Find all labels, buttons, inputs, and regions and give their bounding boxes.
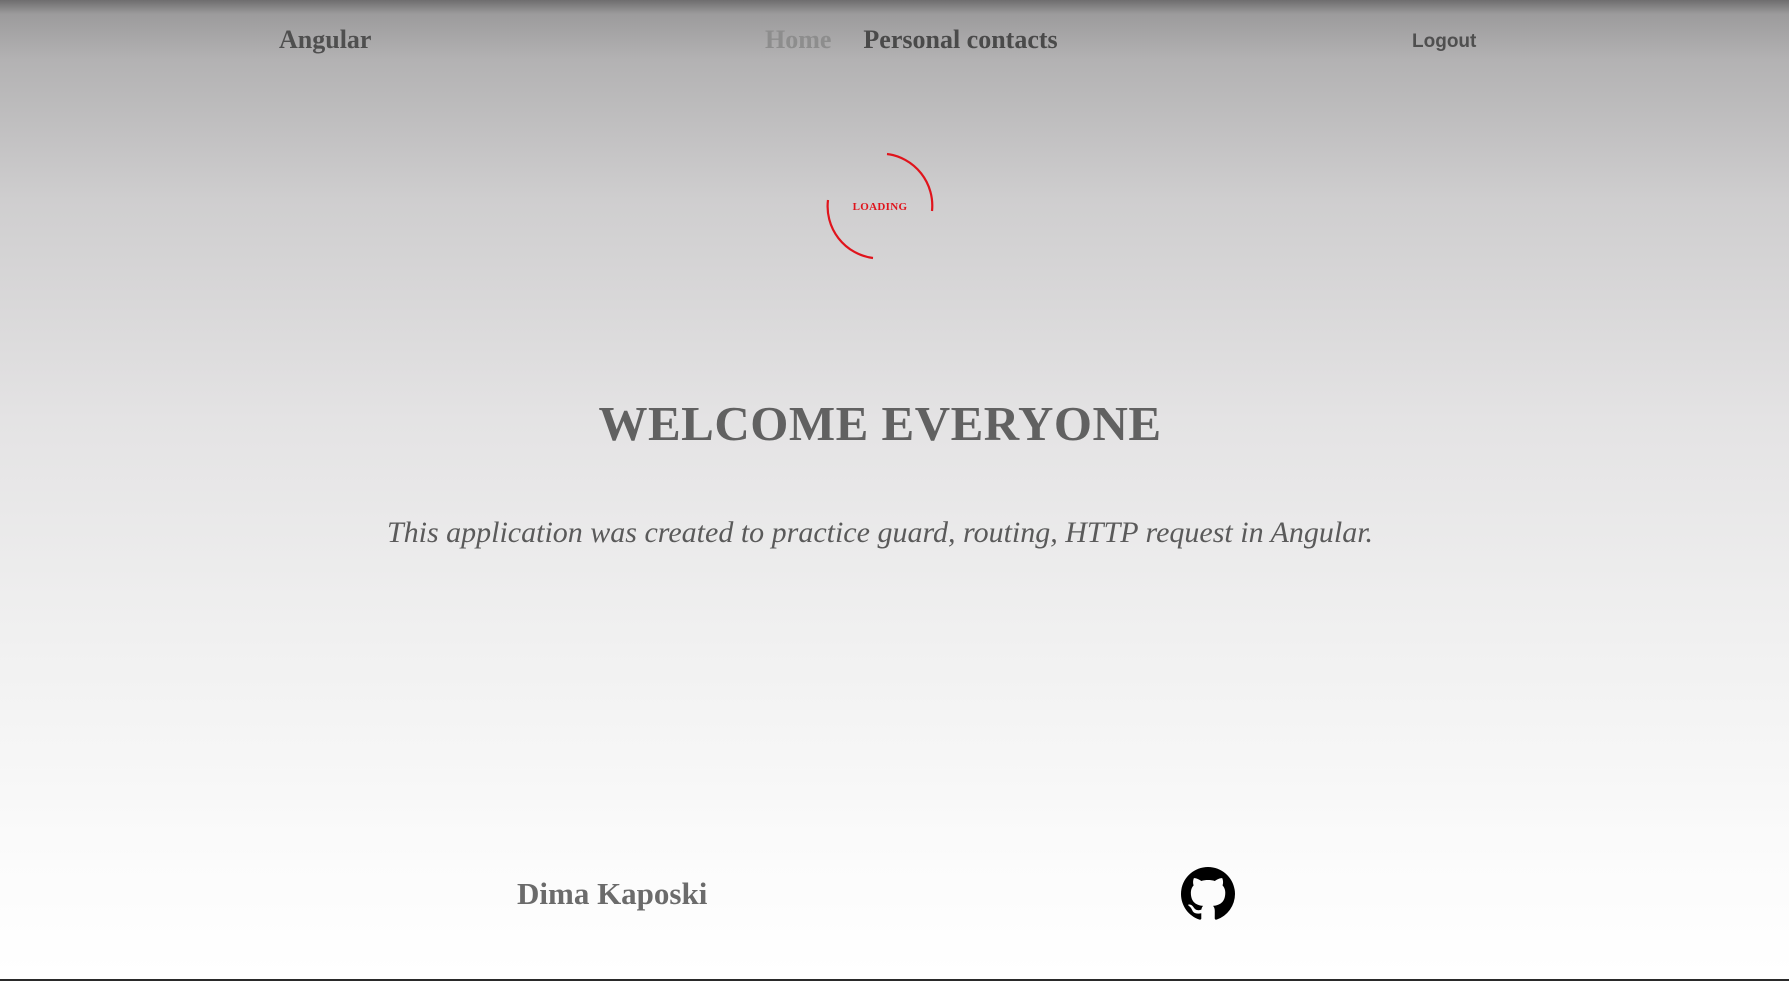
- logout-button[interactable]: Logout: [1412, 31, 1476, 53]
- page-title: WELCOME EVERYONE: [598, 396, 1162, 451]
- main-nav: Home Personal contacts: [765, 25, 1058, 55]
- nav-link-personal-contacts[interactable]: Personal contacts: [863, 25, 1057, 55]
- loading-spinner: LOADING: [825, 152, 935, 262]
- loading-text: LOADING: [852, 201, 908, 213]
- page-subtitle: This application was created to practice…: [386, 516, 1374, 549]
- github-icon[interactable]: [1181, 867, 1235, 921]
- nav-link-home[interactable]: Home: [765, 25, 831, 55]
- author-name: Dima Kaposki: [517, 876, 708, 911]
- navbar-brand[interactable]: Angular: [279, 25, 371, 55]
